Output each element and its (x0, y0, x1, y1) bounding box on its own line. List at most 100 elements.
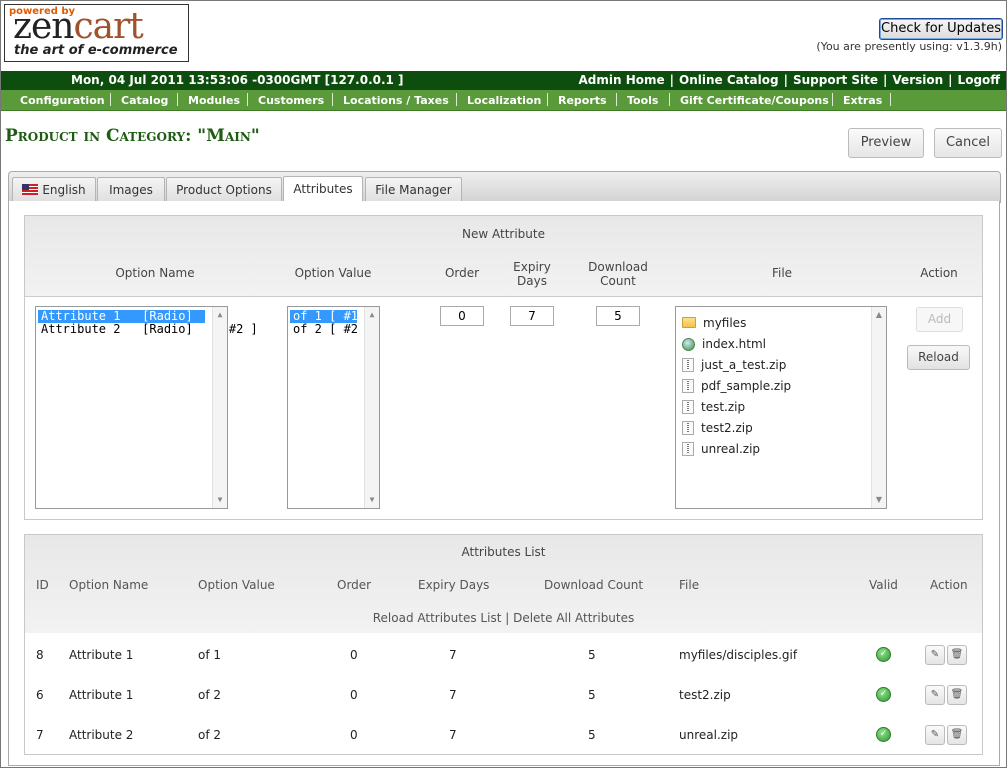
reload-button[interactable]: Reload (907, 345, 970, 370)
valid-check-icon: ✓ (876, 647, 891, 662)
logoff-link[interactable]: Logoff (958, 73, 1000, 87)
delete-trash-icon[interactable]: 🗑 (947, 685, 967, 705)
header-expiry-days: Expiry Days (418, 578, 490, 592)
expiry-days-input[interactable]: 7 (510, 306, 554, 326)
file-item[interactable]: pdf_sample.zip (682, 378, 791, 394)
edit-pencil-icon[interactable]: ✎ (925, 725, 945, 745)
download-count-input[interactable]: 5 (596, 306, 640, 326)
menu-gift-certificates[interactable]: Gift Certificate/Coupons (680, 94, 829, 107)
file-list-scrollbar[interactable]: ▲ ▼ (871, 307, 886, 508)
zencart-logo[interactable]: powered by zencart the art of e-commerce (4, 4, 189, 62)
header-option-name: Option Name (69, 578, 149, 592)
scroll-down-icon: ▼ (369, 495, 375, 504)
reload-attributes-link[interactable]: Reload Attributes List (373, 611, 502, 625)
check-updates-button[interactable]: Check for Updates (879, 18, 1003, 40)
menu-catalog[interactable]: Catalog (121, 94, 168, 107)
menu-reports[interactable]: Reports (558, 94, 607, 107)
menu-localization[interactable]: Localization (467, 94, 541, 107)
file-item[interactable]: test.zip (682, 399, 745, 415)
file-item[interactable]: just_a_test.zip (682, 357, 786, 373)
row-download: 5 (588, 648, 596, 662)
row-expiry: 7 (449, 648, 457, 662)
new-attribute-heading: New Attribute (462, 227, 545, 241)
admin-home-link[interactable]: Admin Home (579, 73, 665, 87)
col-download-count: Download Count (588, 260, 648, 288)
zip-file-icon (682, 421, 694, 435)
file-item[interactable]: index.html (682, 336, 766, 352)
row-file: unreal.zip (679, 728, 739, 742)
row-option-name: Attribute 2 (69, 728, 134, 742)
menu-tools[interactable]: Tools (627, 94, 658, 107)
row-download: 5 (588, 688, 596, 702)
row-download: 5 (588, 728, 596, 742)
delete-trash-icon[interactable]: 🗑 (947, 645, 967, 665)
header-action: Action (930, 578, 968, 592)
support-site-link[interactable]: Support Site (793, 73, 878, 87)
zip-file-icon (682, 379, 694, 393)
row-option-value: of 2 (198, 688, 222, 702)
server-datetime: Mon, 04 Jul 2011 13:53:06 -0300GMT [127.… (71, 73, 404, 87)
row-file: test2.zip (679, 688, 731, 702)
online-catalog-link[interactable]: Online Catalog (679, 73, 779, 87)
option-name-scrollbar[interactable]: ▲ ▼ (212, 307, 227, 508)
option-name-item[interactable]: Attribute 2 [Radio] [ #2 ] (38, 323, 258, 336)
scroll-down-icon: ▼ (875, 495, 883, 504)
header-id: ID (36, 578, 49, 592)
option-value-scrollbar[interactable]: ▲ ▼ (364, 307, 379, 508)
zip-file-icon (682, 358, 694, 372)
row-file: myfiles/disciples.gif (679, 648, 798, 662)
file-item[interactable]: myfiles (682, 315, 746, 331)
version-link[interactable]: Version (892, 73, 943, 87)
edit-pencil-icon[interactable]: ✎ (925, 645, 945, 665)
scroll-up-icon: ▲ (369, 310, 375, 319)
row-option-value: of 1 (198, 648, 222, 662)
menu-customers[interactable]: Customers (258, 94, 324, 107)
folder-icon (682, 317, 696, 328)
scroll-up-icon: ▲ (875, 310, 883, 319)
col-option-name: Option Name (115, 266, 195, 280)
delete-trash-icon[interactable]: 🗑 (947, 725, 967, 745)
row-id: 6 (36, 688, 44, 702)
col-order: Order (444, 266, 480, 280)
delete-all-attributes-link[interactable]: Delete All Attributes (513, 611, 634, 625)
row-id: 8 (36, 648, 44, 662)
zip-file-icon (682, 400, 694, 414)
menu-configuration[interactable]: Configuration (20, 94, 105, 107)
file-item[interactable]: unreal.zip (682, 441, 760, 457)
scroll-up-icon: ▲ (217, 310, 223, 319)
row-order: 0 (350, 728, 358, 742)
row-order: 0 (350, 648, 358, 662)
tab-images[interactable]: Images (97, 177, 165, 203)
page-title: Product in Category: "Main" (5, 126, 260, 146)
cancel-button[interactable]: Cancel (934, 128, 1002, 158)
tab-english[interactable]: English (12, 177, 96, 203)
header-valid: Valid (869, 578, 898, 592)
attributes-list-box: Attributes List (24, 534, 983, 755)
menu-modules[interactable]: Modules (188, 94, 240, 107)
tab-attributes[interactable]: Attributes (283, 176, 363, 203)
preview-button[interactable]: Preview (848, 128, 924, 158)
header-links: Admin Home | Online Catalog | Support Site | V… (578, 73, 1001, 87)
file-item[interactable]: test2.zip (682, 420, 753, 436)
col-option-value: Option Value (294, 266, 372, 280)
file-list[interactable]: myfiles index.html just_a_test.zip pdf_s… (675, 306, 887, 509)
header-file: File (679, 578, 700, 592)
option-name-list[interactable]: Attribute 1 [Radio] [ #1 ] Attribute 2 [… (35, 306, 258, 509)
option-value-list[interactable]: of 1 [ #1 ] of 2 [ #2 ] ▲ ▼ (287, 306, 380, 509)
us-flag-icon (22, 184, 39, 195)
row-expiry: 7 (449, 688, 457, 702)
main-menu: Configuration Catalog Modules Customers … (1, 90, 1006, 111)
zip-file-icon (682, 442, 694, 456)
col-file: File (771, 266, 793, 280)
valid-check-icon: ✓ (876, 727, 891, 742)
order-input[interactable]: 0 (440, 306, 484, 326)
add-button[interactable]: Add (916, 307, 963, 332)
tab-file-manager[interactable]: File Manager (365, 177, 462, 203)
menu-extras[interactable]: Extras (843, 94, 882, 107)
tab-product-options[interactable]: Product Options (166, 177, 282, 203)
edit-pencil-icon[interactable]: ✎ (925, 685, 945, 705)
logo-wordmark: zencart (13, 6, 144, 47)
menu-locations-taxes[interactable]: Locations / Taxes (343, 94, 449, 107)
list-actions: Reload Attributes List | Delete All Attr… (372, 611, 635, 625)
col-action: Action (920, 266, 958, 280)
